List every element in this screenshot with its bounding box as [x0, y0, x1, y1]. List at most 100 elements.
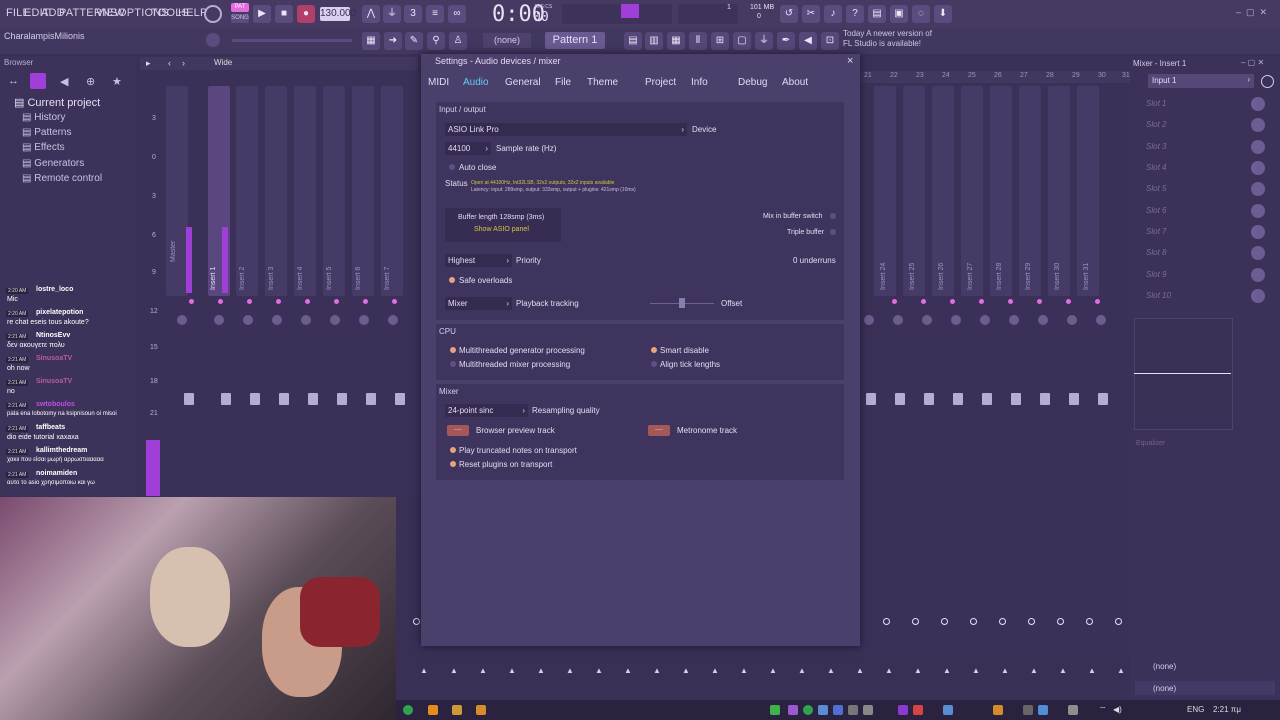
send-arrow-icon[interactable]: ▲	[420, 666, 428, 675]
sample-rate-dropdown[interactable]: 44100	[445, 142, 491, 155]
send-arrow-icon[interactable]: ▲	[479, 666, 487, 675]
plugin-button[interactable]: ⊞	[711, 32, 729, 50]
volume-fader[interactable]	[337, 393, 347, 405]
route-circle[interactable]	[1115, 618, 1122, 625]
tray-icon[interactable]	[913, 705, 923, 715]
tree-remote-control[interactable]: ▤ Remote control	[22, 173, 102, 184]
mix-buffer-switch-toggle[interactable]	[830, 213, 836, 219]
tab-audio[interactable]: Audio	[463, 77, 489, 88]
tab-midi[interactable]: MIDI	[428, 77, 449, 88]
input-selector[interactable]: Input 1 ›	[1148, 74, 1254, 88]
plugin-db-icon[interactable]: ⊕	[86, 75, 95, 88]
tray-icon[interactable]	[993, 705, 1003, 715]
language-indicator[interactable]: ENG	[1187, 705, 1204, 714]
browser-preview-track-selector[interactable]: ----	[447, 425, 469, 436]
route-circle[interactable]	[999, 618, 1006, 625]
volume-fader[interactable]	[250, 393, 260, 405]
spotify-icon[interactable]	[403, 705, 413, 715]
notes-button[interactable]: ▢	[733, 32, 751, 50]
mixer-view-mode[interactable]: Wide	[214, 58, 232, 67]
mixer-next-icon[interactable]: ›	[182, 58, 185, 68]
volume-fader[interactable]	[308, 393, 318, 405]
route-circle[interactable]	[1086, 618, 1093, 625]
speaker-icon[interactable]: ◀	[60, 75, 68, 88]
fx-slot[interactable]: Slot 10	[1146, 291, 1171, 300]
fx-slot[interactable]: Slot 7	[1146, 227, 1166, 236]
pattern-selector[interactable]: Pattern 1	[545, 32, 605, 49]
window-controls[interactable]: – ▢ ✕	[1236, 7, 1267, 18]
route-circle[interactable]	[970, 618, 977, 625]
tray-icon[interactable]	[818, 705, 828, 715]
arrow-tool-button[interactable]: ➜	[384, 32, 402, 50]
pan-knob[interactable]	[388, 315, 398, 325]
mixer-strip-insert-6[interactable]	[352, 86, 374, 296]
volume-fader[interactable]	[982, 393, 992, 405]
tempo-display[interactable]: 130.000	[320, 7, 356, 21]
draw-tool-button[interactable]: ✎	[405, 32, 423, 50]
tray-icon[interactable]	[898, 705, 908, 715]
volume-fader[interactable]	[1098, 393, 1108, 405]
send-arrow-icon[interactable]: ▲	[508, 666, 516, 675]
route-circle[interactable]	[941, 618, 948, 625]
strip-led[interactable]	[1008, 299, 1013, 304]
smart-disable-toggle[interactable]	[651, 347, 657, 353]
slot-mix-knob[interactable]	[1251, 182, 1265, 196]
pan-knob[interactable]	[1096, 315, 1106, 325]
browser-folder-icon[interactable]	[30, 73, 46, 89]
volume-fader[interactable]	[184, 393, 194, 405]
tree-patterns[interactable]: ▤ Patterns	[22, 127, 71, 138]
fx-slot[interactable]: Slot 3	[1146, 142, 1166, 151]
slot-mix-knob[interactable]	[1251, 118, 1265, 132]
pan-knob[interactable]	[330, 315, 340, 325]
route-circle[interactable]	[1028, 618, 1035, 625]
send-arrow-icon[interactable]: ▲	[943, 666, 951, 675]
tray-icon[interactable]	[1038, 705, 1048, 715]
mixer-processing-toggle[interactable]	[450, 361, 456, 367]
slot-mix-knob[interactable]	[1251, 268, 1265, 282]
triple-buffer-toggle[interactable]	[830, 229, 836, 235]
fx-slot[interactable]: Slot 9	[1146, 270, 1166, 279]
snap-selector[interactable]: (none)	[483, 33, 531, 48]
chat-button[interactable]: ◌	[912, 5, 930, 23]
show-asio-panel-link[interactable]: Show ASIO panel	[474, 226, 529, 233]
tab-theme[interactable]: Theme	[587, 77, 618, 88]
strip-led[interactable]	[218, 299, 223, 304]
send-arrow-icon[interactable]: ▲	[595, 666, 603, 675]
pan-knob[interactable]	[272, 315, 282, 325]
metronome-track-selector[interactable]: ----	[648, 425, 670, 436]
tree-current-project[interactable]: ▤ Current project	[14, 96, 100, 109]
mixer-strip-insert-5[interactable]	[323, 86, 345, 296]
pat-mode-toggle[interactable]: PAT	[231, 3, 249, 12]
volume-fader[interactable]	[1040, 393, 1050, 405]
mixer-arrow-icon[interactable]: ▸	[146, 58, 151, 69]
download-button[interactable]: ⬇	[934, 5, 952, 23]
volume-fader[interactable]	[1069, 393, 1079, 405]
volume-fader[interactable]	[953, 393, 963, 405]
countdown-button[interactable]: 3	[404, 5, 422, 23]
pitch-knob[interactable]	[206, 33, 220, 47]
fx-slot[interactable]: Slot 8	[1146, 248, 1166, 257]
strip-led[interactable]	[189, 299, 194, 304]
tray-icon[interactable]	[1068, 705, 1078, 715]
volume-fader[interactable]	[366, 393, 376, 405]
strip-led[interactable]	[392, 299, 397, 304]
send-arrow-icon[interactable]: ▲	[885, 666, 893, 675]
tray-icon[interactable]	[848, 705, 858, 715]
help-button[interactable]: ?	[846, 5, 864, 23]
store-button[interactable]: ⊡	[821, 32, 839, 50]
safe-overloads-toggle[interactable]	[449, 277, 455, 283]
strip-led[interactable]	[334, 299, 339, 304]
mic-button[interactable]: ♪	[824, 5, 842, 23]
mixer-strip-insert-3[interactable]	[265, 86, 287, 296]
pan-knob[interactable]	[214, 315, 224, 325]
send-arrow-icon[interactable]: ▲	[827, 666, 835, 675]
input-clock-icon[interactable]	[1261, 75, 1274, 88]
play-button[interactable]: ▶	[253, 5, 271, 23]
tab-debug[interactable]: Debug	[738, 77, 767, 88]
pan-knob[interactable]	[922, 315, 932, 325]
mixer-strip-insert-2[interactable]	[236, 86, 258, 296]
cut-button[interactable]: ✂	[802, 5, 820, 23]
strip-led[interactable]	[950, 299, 955, 304]
tray-icon[interactable]	[943, 705, 953, 715]
tray-icon[interactable]	[770, 705, 780, 715]
